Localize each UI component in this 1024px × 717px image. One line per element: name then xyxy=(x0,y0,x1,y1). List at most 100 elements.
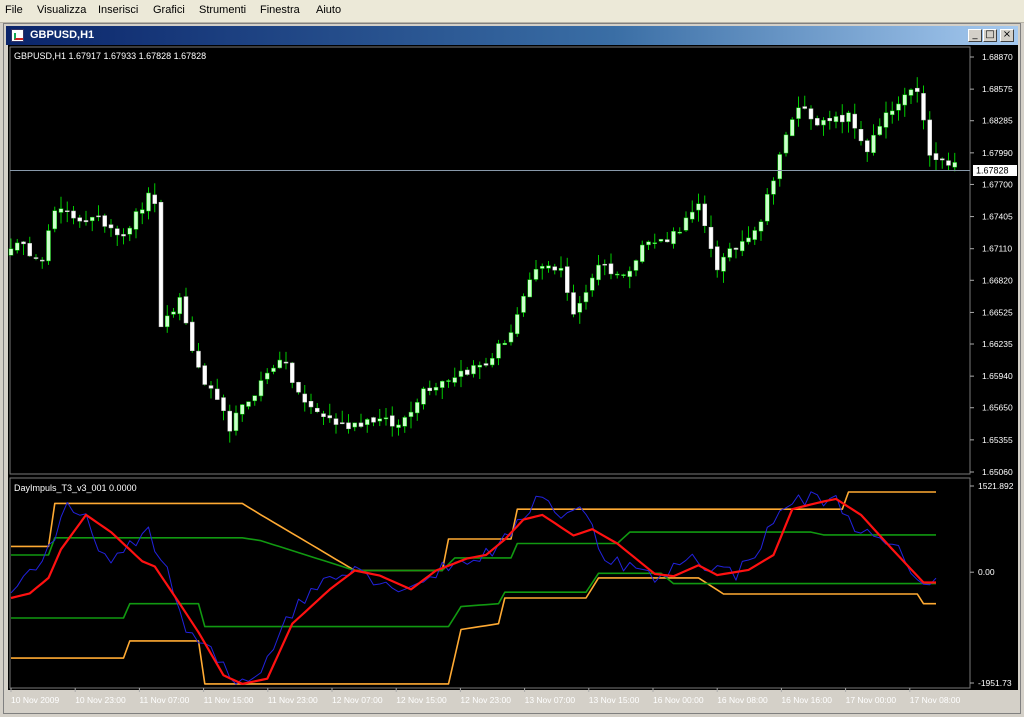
candle-body xyxy=(596,264,601,281)
candle-body xyxy=(733,247,739,250)
candle-body xyxy=(821,119,826,126)
candle-body xyxy=(633,260,639,271)
candle-body xyxy=(240,404,245,415)
candle-body xyxy=(196,350,201,368)
candle-body xyxy=(371,417,376,423)
candle-body xyxy=(677,231,682,234)
candle-body xyxy=(771,180,776,195)
candle-body xyxy=(577,302,582,313)
current-price-box: 1.67828 xyxy=(973,164,1017,176)
candle-body xyxy=(508,332,514,343)
price-tick-label: 1.68285 xyxy=(982,116,1013,126)
candle-body xyxy=(352,422,357,428)
candle-body xyxy=(458,370,464,377)
candle-body xyxy=(83,220,89,223)
candle-body xyxy=(883,112,889,128)
time-tick-label: 16 Nov 00:00 xyxy=(653,695,704,705)
candle-body xyxy=(540,266,545,269)
candle-body xyxy=(502,342,507,345)
candle-body xyxy=(40,259,45,262)
candle-body xyxy=(146,192,151,212)
candle-body xyxy=(783,134,789,154)
candle-body xyxy=(465,369,470,375)
candle-body xyxy=(402,417,407,427)
candle-body xyxy=(183,296,189,324)
candle-body xyxy=(215,388,220,400)
candle-body xyxy=(827,118,832,122)
candle-body xyxy=(315,407,320,412)
candle-body xyxy=(396,424,401,428)
candle-body xyxy=(640,244,645,262)
candle-body xyxy=(246,401,251,407)
candle-body xyxy=(46,230,51,262)
candle-body xyxy=(627,270,632,277)
candle-body xyxy=(308,401,314,408)
candle-body xyxy=(946,160,951,166)
price-tick-label: 1.67700 xyxy=(982,179,1013,189)
candle-body xyxy=(377,418,382,422)
price-tick-label: 1.67110 xyxy=(982,244,1012,254)
candle-body xyxy=(696,203,701,211)
time-tick-label: 11 Nov 07:00 xyxy=(139,695,189,705)
candle-body xyxy=(652,242,657,244)
candle-body xyxy=(790,119,795,137)
candle-body xyxy=(8,248,14,256)
candle-body xyxy=(233,412,239,431)
candle-body xyxy=(477,364,482,368)
price-tick-label: 1.68575 xyxy=(982,84,1013,94)
candle-body xyxy=(296,381,301,393)
candle-body xyxy=(921,93,926,121)
price-tick-label: 1.65650 xyxy=(982,403,1013,413)
candle-body xyxy=(727,248,732,258)
candle-body xyxy=(133,211,139,230)
price-tick-label: 1.65060 xyxy=(982,467,1013,477)
candle-body xyxy=(846,112,851,122)
candle-body xyxy=(802,106,807,109)
candle-body xyxy=(390,415,395,427)
candle-body xyxy=(602,263,607,266)
candle-body xyxy=(65,210,70,213)
candle-body xyxy=(327,415,332,419)
candle-body xyxy=(777,154,782,180)
time-tick-label: 16 Nov 16:00 xyxy=(781,695,832,705)
candle-body xyxy=(271,367,276,372)
candle-body xyxy=(471,365,476,375)
time-tick-label: 13 Nov 07:00 xyxy=(525,695,576,705)
candle-body xyxy=(190,321,195,352)
candle-body xyxy=(446,380,451,382)
candle-body xyxy=(333,418,339,425)
candle-body xyxy=(908,89,914,96)
time-tick-label: 17 Nov 08:00 xyxy=(910,695,961,705)
time-tick-label: 10 Nov 23:00 xyxy=(75,695,126,705)
candle-body xyxy=(452,377,457,383)
candle-body xyxy=(796,107,801,119)
candle-body xyxy=(721,256,726,272)
candle-body xyxy=(740,241,745,252)
candle-body xyxy=(15,242,20,251)
candle-body xyxy=(152,194,157,204)
candle-body xyxy=(102,215,107,227)
candle-body xyxy=(833,116,839,122)
price-tick-label: 1.68870 xyxy=(982,52,1013,62)
candle-body xyxy=(358,422,364,427)
price-tick-label: 1.65940 xyxy=(982,371,1013,381)
candle-body xyxy=(952,162,957,168)
time-tick-label: 11 Nov 23:00 xyxy=(268,695,318,705)
candle-body xyxy=(865,140,870,153)
candle-body xyxy=(877,126,882,136)
candle-body xyxy=(440,380,445,388)
chart-area[interactable]: GBPUSD,H1 1.67917 1.67933 1.67828 1.6782… xyxy=(0,0,1024,717)
candle-body xyxy=(177,297,182,315)
candle-body xyxy=(940,158,945,161)
candle-body xyxy=(321,413,326,417)
candle-body xyxy=(52,210,57,230)
time-tick-label: 12 Nov 23:00 xyxy=(460,695,511,705)
candle-body xyxy=(896,103,901,111)
candle-body xyxy=(58,208,64,213)
candle-body xyxy=(383,417,389,420)
price-tick-label: 1.67990 xyxy=(982,148,1013,158)
candle-body xyxy=(290,362,295,383)
candle-body xyxy=(702,203,707,227)
candle-body xyxy=(765,194,770,222)
candle-body xyxy=(365,419,370,425)
